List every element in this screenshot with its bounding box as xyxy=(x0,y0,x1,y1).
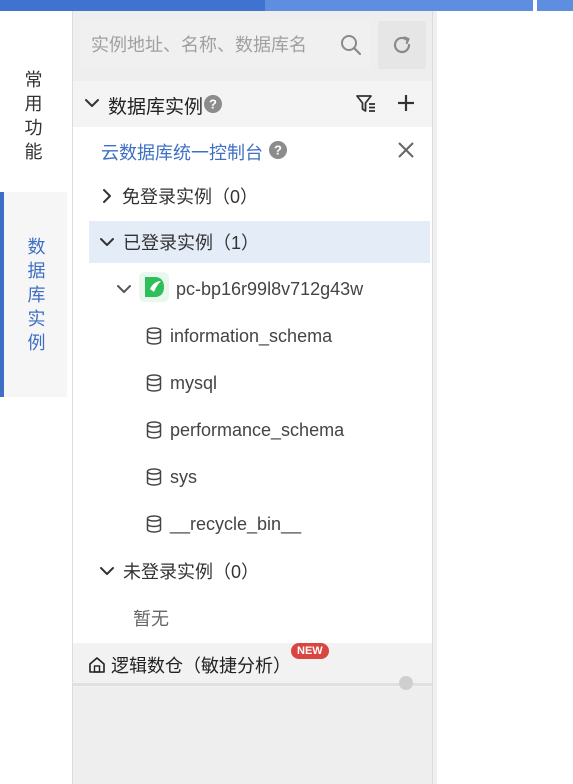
help-icon[interactable]: ? xyxy=(269,141,287,159)
database-item[interactable]: mysql xyxy=(89,362,430,404)
top-bar xyxy=(0,0,573,11)
database-name: sys xyxy=(170,466,197,487)
vtab-database-instances[interactable]: 数据库实例 xyxy=(0,192,67,397)
instance-name: pc-bp16r99l8v712g43w xyxy=(176,278,364,299)
database-icon xyxy=(146,468,162,486)
svg-text:?: ? xyxy=(274,143,282,158)
svg-text:?: ? xyxy=(209,97,217,112)
polardb-instance-icon xyxy=(139,271,169,307)
group-label: 已登录实例（1） xyxy=(123,233,260,253)
left-vertical-nav: 常用功能 数据库实例 xyxy=(0,11,72,784)
database-icon xyxy=(146,515,162,533)
new-badge: NEW xyxy=(291,643,329,659)
vtab-char: 常 xyxy=(24,70,43,90)
section-header-db-instances[interactable]: 数据库实例 ? xyxy=(73,81,432,127)
section-title: 数据库实例 xyxy=(108,97,204,118)
home-icon xyxy=(89,657,105,673)
instance-panel: 数据库实例 ? 云数据库统一控制台 ? 免登录实例（ xyxy=(72,11,433,784)
empty-placeholder-row: 暂无 xyxy=(89,597,430,639)
vtab-char: 据 xyxy=(27,260,46,281)
unified-console-link[interactable]: 云数据库统一控制台 xyxy=(101,139,263,165)
group-free-login[interactable]: 免登录实例（0） xyxy=(89,175,430,217)
chevron-right-icon[interactable] xyxy=(99,188,115,204)
database-name: performance_schema xyxy=(170,419,345,440)
panel-edge xyxy=(433,11,437,784)
group-label: 未登录实例（0） xyxy=(123,562,260,582)
database-name: __recycle_bin__ xyxy=(170,513,302,534)
partial-icon xyxy=(399,676,413,690)
filter-icon[interactable] xyxy=(355,93,377,115)
database-item[interactable]: performance_schema xyxy=(89,409,430,451)
section-divider xyxy=(73,683,432,686)
logic-warehouse-section[interactable]: 逻辑数仓（敏捷分析） NEW xyxy=(73,643,432,690)
database-item[interactable]: sys xyxy=(89,456,430,498)
search-box xyxy=(80,21,371,69)
vtab-char: 例 xyxy=(27,332,46,353)
instance-row[interactable]: pc-bp16r99l8v712g43w xyxy=(89,268,430,310)
database-icon xyxy=(146,327,162,345)
group-label: 免登录实例（0） xyxy=(122,187,259,207)
chevron-down-icon[interactable] xyxy=(98,233,116,251)
help-icon[interactable]: ? xyxy=(204,95,222,113)
search-input[interactable] xyxy=(80,21,330,69)
refresh-button[interactable] xyxy=(378,21,426,69)
top-bar-segment xyxy=(0,0,265,11)
vtab-common-label: 常用功能 xyxy=(25,68,43,164)
logic-warehouse-label: 逻辑数仓（敏捷分析） xyxy=(111,656,291,676)
vtab-common-functions[interactable]: 常用功能 xyxy=(0,36,67,196)
vtab-char: 用 xyxy=(24,94,43,114)
database-name: mysql xyxy=(170,372,218,393)
add-icon[interactable] xyxy=(395,92,417,114)
database-icon xyxy=(146,374,162,392)
group-logged-in[interactable]: 已登录实例（1） xyxy=(89,221,430,263)
chevron-down-icon[interactable] xyxy=(83,94,101,112)
database-item[interactable]: __recycle_bin__ xyxy=(89,503,430,545)
top-bar-segment xyxy=(265,0,533,11)
vtab-char: 数 xyxy=(27,236,46,257)
chevron-down-icon[interactable] xyxy=(115,280,133,298)
database-item[interactable]: information_schema xyxy=(89,315,430,357)
vtab-database-label: 数据库实例 xyxy=(28,235,46,355)
vtab-char: 功 xyxy=(24,118,43,138)
vtab-char: 实 xyxy=(27,308,46,329)
refresh-icon xyxy=(393,36,411,54)
group-not-logged-in[interactable]: 未登录实例（0） xyxy=(89,550,430,592)
database-name: information_schema xyxy=(170,325,333,346)
vtab-char: 库 xyxy=(27,284,46,305)
database-icon xyxy=(146,421,162,439)
chevron-down-icon[interactable] xyxy=(98,562,116,580)
empty-text: 暂无 xyxy=(133,609,169,629)
search-icon[interactable] xyxy=(340,34,362,56)
unified-console-link-row: 云数据库统一控制台 ? xyxy=(73,127,432,173)
close-icon[interactable] xyxy=(396,140,416,160)
vtab-char: 能 xyxy=(24,142,43,162)
top-bar-segment xyxy=(537,0,573,11)
